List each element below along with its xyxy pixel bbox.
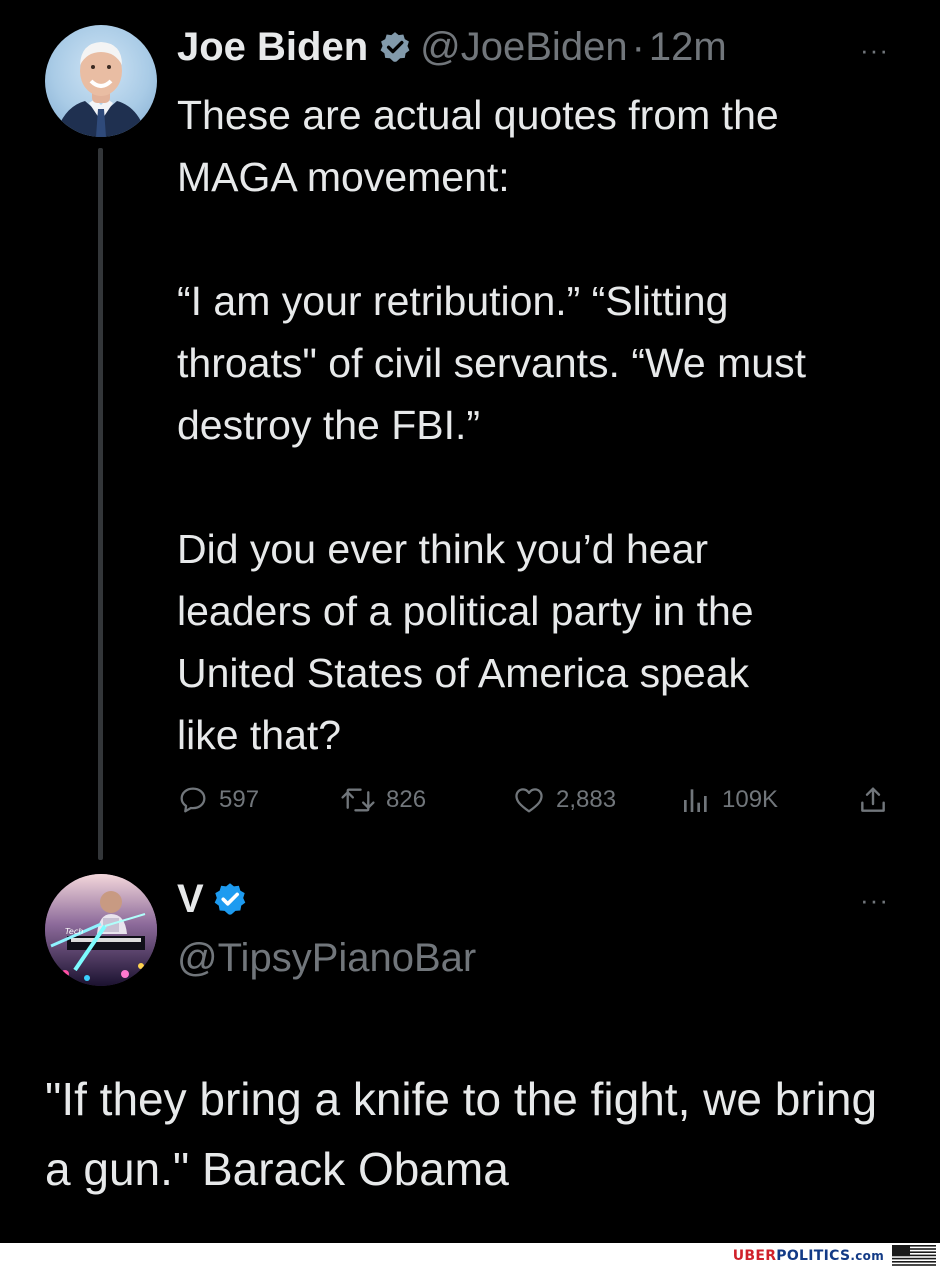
- author-handle[interactable]: @TipsyPianoBar: [177, 930, 476, 986]
- reply-text: "If they bring a knife to the fight, we …: [45, 1073, 878, 1195]
- avatar-caption: Tech: [65, 927, 83, 936]
- like-button[interactable]: 2,883: [512, 782, 616, 818]
- timestamp[interactable]: 12m: [649, 25, 727, 70]
- reply-icon: [180, 787, 206, 813]
- verified-blue-icon: [212, 881, 248, 917]
- tweet-text: These are actual quotes from the MAGA mo…: [177, 92, 806, 758]
- author-handle[interactable]: @JoeBiden: [420, 25, 627, 70]
- watermark-bar: UBERPOLITICS.com: [0, 1243, 940, 1268]
- reply-button[interactable]: 597: [177, 782, 259, 818]
- reply-count: 597: [219, 786, 260, 813]
- avatar[interactable]: [45, 25, 157, 137]
- thread-line: [98, 148, 103, 860]
- share-icon: [861, 787, 885, 812]
- repost-button[interactable]: 826: [340, 782, 426, 818]
- author-photo: Tech: [45, 874, 157, 986]
- us-flag-icon: [892, 1245, 936, 1266]
- separator-dot: ·: [631, 24, 645, 69]
- author-name[interactable]: Joe Biden: [177, 25, 368, 70]
- more-options-icon[interactable]: ···: [860, 37, 889, 63]
- brand-com: .com: [850, 1249, 884, 1263]
- repost-count: 826: [386, 786, 427, 813]
- repost-icon: [341, 788, 375, 812]
- brand-logo: UBERPOLITICS.com: [733, 1246, 884, 1266]
- views-button[interactable]: 109K: [680, 782, 778, 818]
- author-photo: [55, 42, 147, 137]
- more-options-icon[interactable]: ···: [860, 887, 889, 913]
- share-button[interactable]: [857, 782, 899, 818]
- reply-header: V: [177, 874, 248, 924]
- brand-politics: POLITICS: [776, 1248, 851, 1264]
- views-chart-icon: [684, 789, 707, 812]
- verified-gray-icon: [378, 30, 412, 64]
- like-count: 2,883: [556, 786, 617, 813]
- brand-uber: UBER: [732, 1248, 777, 1264]
- heart-icon: [515, 788, 543, 813]
- view-count: 109K: [722, 786, 779, 813]
- author-name[interactable]: V: [177, 877, 204, 922]
- avatar[interactable]: Tech: [45, 874, 157, 986]
- tweet-header: Joe Biden @JoeBiden · 12m: [177, 20, 727, 74]
